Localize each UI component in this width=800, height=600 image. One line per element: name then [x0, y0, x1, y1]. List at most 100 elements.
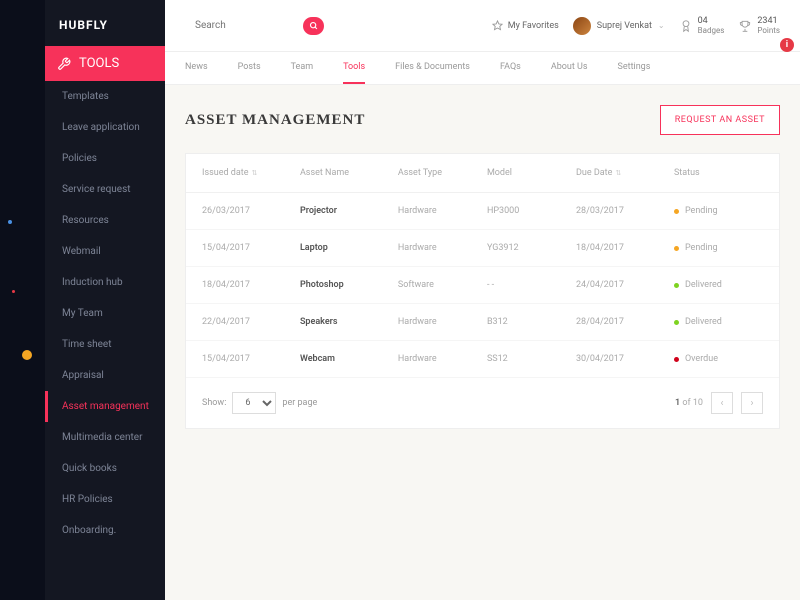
cell-type: Hardware	[398, 354, 487, 364]
points-stat: 2341Points	[738, 16, 780, 35]
user-name: Suprej Venkat	[597, 21, 652, 31]
col-asset-type[interactable]: Asset Type	[398, 168, 487, 178]
main-area: My Favorites Suprej Venkat ⌄ 04Badges 23…	[165, 0, 800, 600]
cell-model: - -	[487, 280, 576, 290]
chevron-down-icon: ⌄	[658, 21, 665, 30]
badge-icon	[679, 19, 693, 33]
status-dot	[674, 283, 679, 288]
prev-page-button[interactable]: ‹	[711, 392, 733, 414]
per-page-select[interactable]: 6	[232, 392, 276, 414]
sidebar-item-multimedia-center[interactable]: Multimedia center	[45, 422, 165, 453]
tab-faqs[interactable]: FAQs	[500, 52, 521, 84]
table-header: Issued date⇅ Asset Name Asset Type Model…	[186, 154, 779, 193]
tab-about-us[interactable]: About Us	[551, 52, 588, 84]
tools-header-label: TOOLS	[79, 56, 119, 71]
decoration-dot	[12, 290, 15, 293]
search-input[interactable]	[185, 14, 303, 37]
sidebar: HUBFLY TOOLS TemplatesLeave applicationP…	[45, 0, 165, 600]
search-button[interactable]	[303, 17, 324, 35]
cell-name: Webcam	[300, 354, 398, 364]
cell-model: HP3000	[487, 206, 576, 216]
cell-issued: 15/04/2017	[202, 243, 300, 253]
col-model[interactable]: Model	[487, 168, 576, 178]
cell-due: 18/04/2017	[576, 243, 674, 253]
sidebar-item-induction-hub[interactable]: Induction hub	[45, 267, 165, 298]
tools-header: TOOLS	[45, 46, 165, 81]
points-label: Points	[757, 26, 780, 35]
sidebar-item-quick-books[interactable]: Quick books	[45, 453, 165, 484]
cell-due: 28/04/2017	[576, 317, 674, 327]
cell-due: 30/04/2017	[576, 354, 674, 364]
cell-type: Hardware	[398, 206, 487, 216]
show-label: Show:	[202, 398, 226, 408]
cell-status: Overdue	[674, 354, 763, 364]
table-row[interactable]: 15/04/2017LaptopHardwareYG391218/04/2017…	[186, 230, 779, 267]
col-asset-name[interactable]: Asset Name	[300, 168, 398, 178]
cell-name: Projector	[300, 206, 398, 216]
tab-settings[interactable]: Settings	[618, 52, 651, 84]
tab-posts[interactable]: Posts	[238, 52, 261, 84]
cell-status: Pending	[674, 243, 763, 253]
wrench-icon	[57, 57, 71, 71]
tab-files-documents[interactable]: Files & Documents	[395, 52, 470, 84]
sidebar-item-onboarding-[interactable]: Onboarding.	[45, 515, 165, 546]
status-dot	[674, 209, 679, 214]
sidebar-item-leave-application[interactable]: Leave application	[45, 112, 165, 143]
per-page-label: per page	[282, 398, 317, 408]
sidebar-item-time-sheet[interactable]: Time sheet	[45, 329, 165, 360]
table-footer: Show: 6 per page 1 of 10 ‹ ›	[186, 378, 779, 428]
badges-stat: 04Badges	[679, 16, 725, 35]
sidebar-item-service-request[interactable]: Service request	[45, 174, 165, 205]
next-page-button[interactable]: ›	[741, 392, 763, 414]
cell-model: YG3912	[487, 243, 576, 253]
sidebar-item-hr-policies[interactable]: HR Policies	[45, 484, 165, 515]
info-badge-icon[interactable]: i	[780, 38, 794, 52]
search-icon	[309, 21, 318, 30]
sidebar-item-my-team[interactable]: My Team	[45, 298, 165, 329]
status-dot	[674, 357, 679, 362]
topbar: My Favorites Suprej Venkat ⌄ 04Badges 23…	[165, 0, 800, 52]
cell-model: SS12	[487, 354, 576, 364]
sort-icon: ⇅	[251, 169, 257, 177]
sidebar-item-appraisal[interactable]: Appraisal	[45, 360, 165, 391]
cell-issued: 26/03/2017	[202, 206, 300, 216]
status-dot	[674, 320, 679, 325]
tab-tools[interactable]: Tools	[343, 52, 365, 84]
decoration-dot	[22, 350, 32, 360]
my-favorites[interactable]: My Favorites	[492, 20, 559, 31]
tab-news[interactable]: News	[185, 52, 208, 84]
user-menu[interactable]: Suprej Venkat ⌄	[573, 17, 665, 35]
sidebar-item-templates[interactable]: Templates	[45, 81, 165, 112]
cell-type: Software	[398, 280, 487, 290]
cell-status: Delivered	[674, 317, 763, 327]
cell-status: Delivered	[674, 280, 763, 290]
sidebar-item-webmail[interactable]: Webmail	[45, 236, 165, 267]
cell-name: Speakers	[300, 317, 398, 327]
col-issued-date[interactable]: Issued date⇅	[202, 168, 300, 178]
sidebar-item-policies[interactable]: Policies	[45, 143, 165, 174]
star-icon	[492, 20, 503, 31]
points-count: 2341	[757, 16, 780, 26]
request-asset-button[interactable]: REQUEST AN ASSET	[660, 105, 780, 135]
table-row[interactable]: 15/04/2017WebcamHardwareSS1230/04/2017Ov…	[186, 341, 779, 378]
avatar	[573, 17, 591, 35]
tabs-nav: News Posts Team Tools Files & Documents FAQs A…	[165, 52, 800, 85]
col-status[interactable]: Status	[674, 168, 763, 178]
table-row[interactable]: 22/04/2017SpeakersHardwareB31228/04/2017…	[186, 304, 779, 341]
sidebar-item-asset-management[interactable]: Asset management	[45, 391, 165, 422]
table-row[interactable]: 26/03/2017ProjectorHardwareHP300028/03/2…	[186, 193, 779, 230]
col-due-date[interactable]: Due Date⇅	[576, 168, 674, 178]
page-info: 1 of 10	[675, 398, 703, 408]
cell-issued: 18/04/2017	[202, 280, 300, 290]
brand-logo: HUBFLY	[45, 0, 165, 46]
cell-model: B312	[487, 317, 576, 327]
sidebar-item-resources[interactable]: Resources	[45, 205, 165, 236]
badges-label: Badges	[698, 26, 725, 35]
assets-table: Issued date⇅ Asset Name Asset Type Model…	[185, 153, 780, 429]
cell-issued: 15/04/2017	[202, 354, 300, 364]
cell-issued: 22/04/2017	[202, 317, 300, 327]
table-row[interactable]: 18/04/2017PhotoshopSoftware- -24/04/2017…	[186, 267, 779, 304]
sort-icon: ⇅	[615, 169, 621, 177]
status-dot	[674, 246, 679, 251]
tab-team[interactable]: Team	[291, 52, 314, 84]
